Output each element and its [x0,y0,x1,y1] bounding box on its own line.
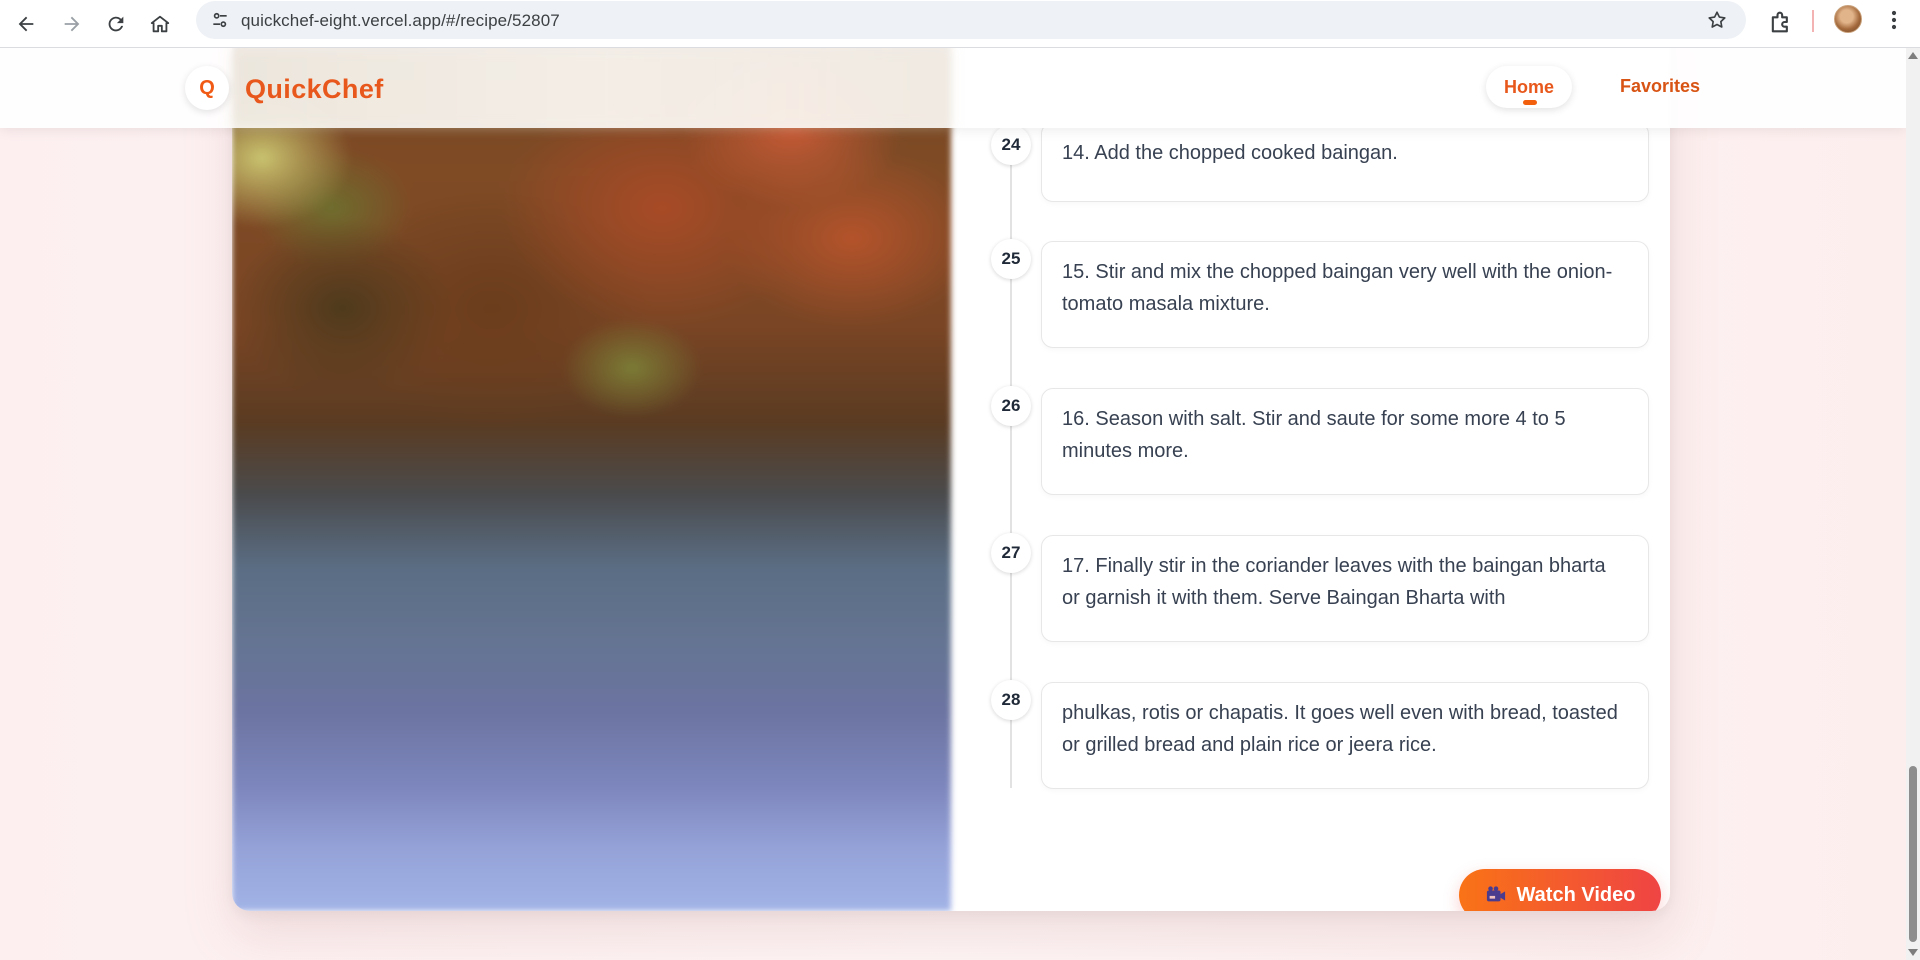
back-arrow-icon [18,16,34,32]
step-number: 24 [991,125,1031,165]
scroll-up-arrow-icon[interactable] [1908,52,1918,59]
reload-icon [108,16,124,32]
tune-icon[interactable] [210,10,230,30]
instructions-panel: 24 14. Add the chopped cooked baingan. 2… [951,48,1670,911]
reload-button[interactable] [96,4,136,44]
brand-logo[interactable]: QuickChef [245,74,384,105]
step-card: phulkas, rotis or chapatis. It goes well… [1041,682,1649,789]
step-card: 16. Season with salt. Stir and saute for… [1041,388,1649,495]
recipe-image [232,48,951,911]
puzzle-icon[interactable] [1767,8,1795,36]
page-scrollbar[interactable] [1906,48,1920,960]
url-text[interactable]: quickchef-eight.vercel.app/#/recipe/5280… [241,11,560,31]
site-header: Q QuickChef Home Favorites [0,48,1906,128]
logo-badge[interactable]: Q [185,66,229,110]
forward-button[interactable] [52,4,92,44]
toolbar-divider [1812,10,1814,32]
home-button[interactable] [140,4,180,44]
star-icon[interactable] [1706,9,1728,31]
step-number: 27 [991,533,1031,573]
kebab-menu-icon[interactable] [1880,6,1908,34]
scroll-down-arrow-icon[interactable] [1908,949,1918,956]
step-card: 15. Stir and mix the chopped baingan ver… [1041,241,1649,348]
watch-video-label: Watch Video [1516,883,1636,906]
profile-avatar[interactable] [1834,5,1862,33]
step-card: 14. Add the chopped cooked baingan. [1041,122,1649,202]
browser-toolbar: quickchef-eight.vercel.app/#/recipe/5280… [0,0,1920,48]
video-camera-icon [1486,886,1505,902]
recipe-card: 24 14. Add the chopped cooked baingan. 2… [232,48,1670,911]
forward-arrow-icon [64,16,80,32]
home-icon [150,15,170,33]
step-card: 17. Finally stir in the coriander leaves… [1041,535,1649,642]
address-bar[interactable]: quickchef-eight.vercel.app/#/recipe/5280… [196,1,1746,39]
scrollbar-thumb[interactable] [1909,766,1917,942]
page-viewport: 24 14. Add the chopped cooked baingan. 2… [0,48,1920,960]
step-number: 25 [991,239,1031,279]
step-number: 28 [991,680,1031,720]
back-button[interactable] [6,4,46,44]
nav-favorites[interactable]: Favorites [1620,76,1700,97]
step-number: 26 [991,386,1031,426]
nav-home[interactable]: Home [1486,66,1572,108]
watch-video-button[interactable]: Watch Video [1459,869,1661,911]
